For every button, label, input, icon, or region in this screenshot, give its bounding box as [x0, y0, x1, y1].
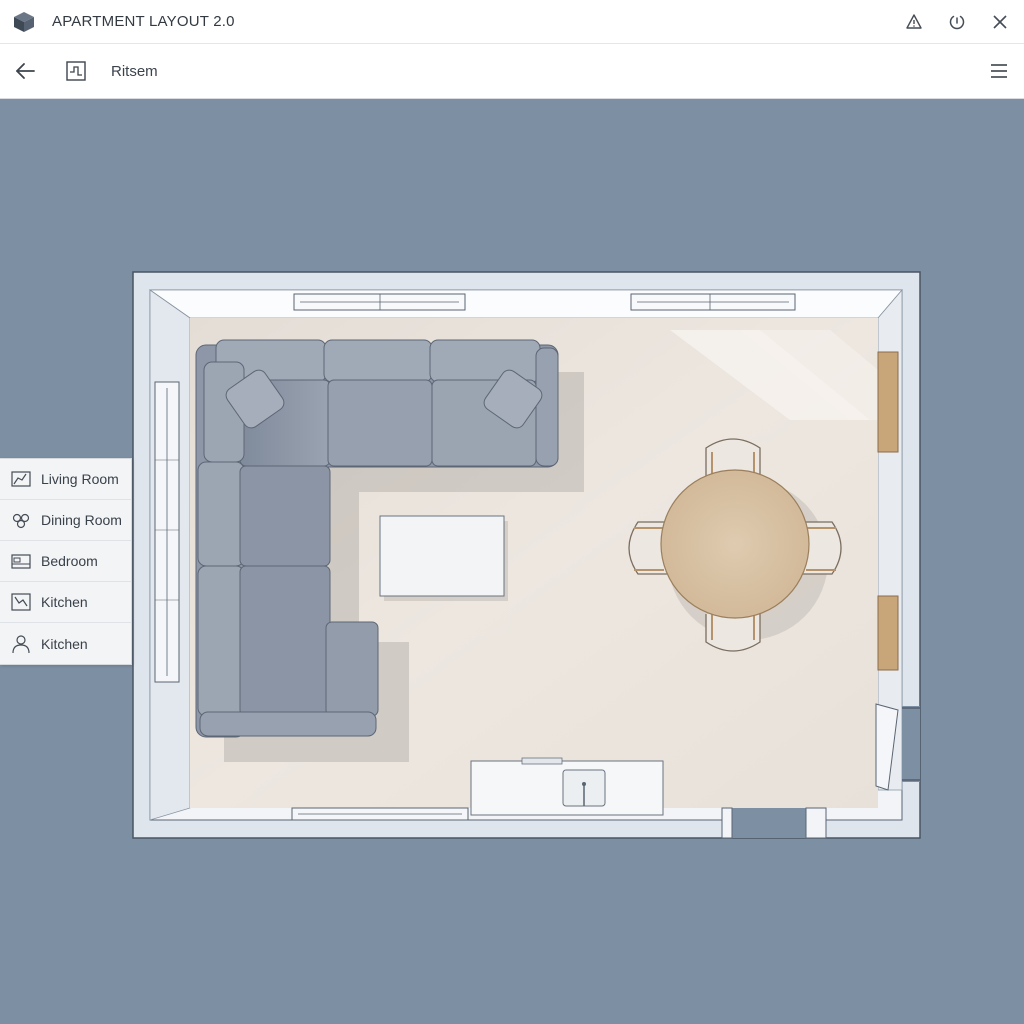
room-item-kitchen-2[interactable]: Kitchen [0, 623, 131, 664]
room-item-label: Dining Room [41, 512, 122, 528]
close-icon [993, 15, 1007, 29]
arrow-left-icon [16, 63, 35, 79]
room-outline-icon [10, 468, 32, 490]
doorway-bottom [730, 808, 808, 838]
coffee-table[interactable] [379, 515, 505, 597]
floor-plan[interactable] [0, 99, 1024, 1024]
warning-button[interactable] [902, 10, 926, 34]
power-button[interactable] [945, 10, 969, 34]
room-item-label: Kitchen [41, 635, 88, 652]
person-icon [10, 633, 32, 655]
dining-table[interactable] [660, 469, 810, 619]
app-title: APARTMENT LAYOUT 2.0 [52, 13, 235, 30]
circles-icon [10, 509, 32, 531]
kitchen-plan-icon [10, 591, 32, 613]
doorway-right [902, 706, 920, 782]
toolbar: Ritsem [0, 44, 1024, 99]
isometric-cube-icon [12, 10, 36, 34]
wall-door-upper[interactable] [877, 351, 899, 453]
wall-door-lower[interactable] [877, 595, 899, 671]
room-item-living-room[interactable]: Living Room [0, 459, 131, 500]
room-item-kitchen[interactable]: Kitchen [0, 582, 131, 623]
room-item-bedroom[interactable]: Bedroom [0, 541, 131, 582]
power-icon [949, 15, 965, 30]
floorplan-button[interactable] [63, 58, 89, 84]
window-bottom[interactable] [291, 807, 469, 821]
floorplan-icon [66, 61, 86, 81]
dining-chair-bottom[interactable] [705, 614, 761, 652]
room-item-dining-room[interactable]: Dining Room [0, 500, 131, 541]
menu-button[interactable] [986, 58, 1012, 84]
title-bar: APARTMENT LAYOUT 2.0 [0, 0, 1024, 44]
warning-icon [906, 14, 922, 29]
room-item-label: Living Room [41, 471, 119, 487]
design-canvas[interactable]: Living Room Dining Room Bedroom Kitchen … [0, 99, 1024, 1024]
window-left[interactable] [154, 381, 180, 683]
kitchen-counter[interactable] [470, 757, 664, 816]
room-item-label: Bedroom [41, 553, 98, 569]
bed-icon [10, 550, 32, 572]
project-label: Ritsem [111, 63, 158, 80]
close-button[interactable] [988, 10, 1012, 34]
back-button[interactable] [12, 58, 38, 84]
room-item-label: Kitchen [41, 594, 88, 610]
room-menu: Living Room Dining Room Bedroom Kitchen … [0, 458, 132, 665]
hamburger-menu-icon [991, 64, 1007, 78]
window-top-left[interactable] [293, 293, 466, 311]
window-top-right[interactable] [630, 293, 796, 311]
